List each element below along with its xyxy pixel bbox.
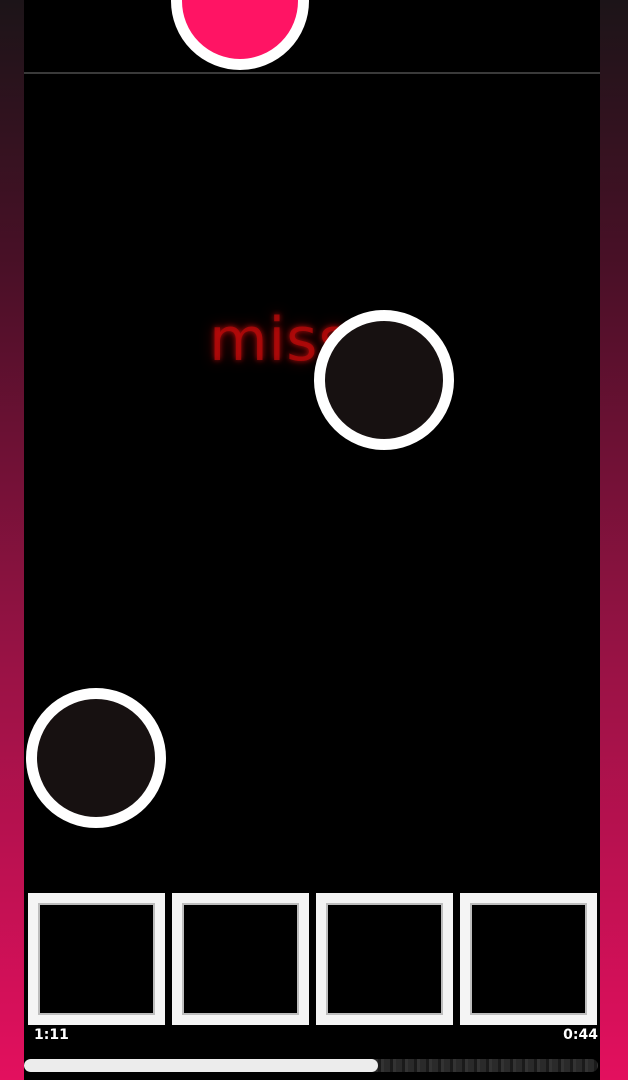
left-gradient-border — [0, 0, 24, 1080]
lane-key-3[interactable] — [316, 893, 453, 1025]
elapsed-time: 1:11 — [34, 1027, 69, 1043]
rhythm-game-screen: miss... 1:11 0:44 — [0, 0, 628, 1080]
song-progress-fill — [24, 1059, 379, 1072]
lane-keys — [28, 893, 598, 1025]
judgement-line — [24, 72, 600, 74]
lane-key-4[interactable] — [460, 893, 597, 1025]
remaining-time: 0:44 — [563, 1027, 598, 1043]
lane-key-2[interactable] — [172, 893, 309, 1025]
right-gradient-border — [600, 0, 628, 1080]
falling-note-icon — [314, 310, 454, 450]
song-progress-bar[interactable] — [24, 1059, 598, 1072]
falling-note-icon — [26, 688, 166, 828]
lane-key-1[interactable] — [28, 893, 165, 1025]
